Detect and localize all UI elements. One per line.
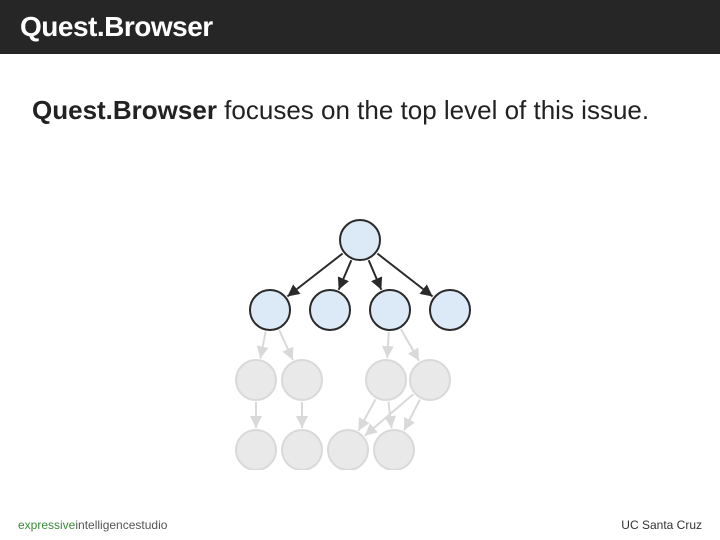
tree-node [366,360,406,400]
tree-node [340,220,380,260]
tree-node [430,290,470,330]
footer-word-1: expressive [18,518,75,532]
footer-word-2: intelligence [75,518,135,532]
tree-edge [279,330,293,360]
tree-edge [339,260,352,290]
tree-edge [387,332,388,358]
body-text-rest: focuses on the top level of this issue. [217,95,649,125]
tree-edge [358,399,375,430]
tree-edge [401,329,419,361]
tree-diagram [210,210,510,470]
tree-edge [369,260,382,290]
title-bar: Quest.Browser [0,0,720,54]
tree-edge [404,400,420,431]
footer-word-3: studio [135,518,167,532]
tree-node [410,360,450,400]
tree-node [236,430,276,470]
body-text: Quest.Browser focuses on the top level o… [32,94,688,127]
tree-node [282,430,322,470]
body-text-strong: Quest.Browser [32,95,217,125]
tree-node [282,360,322,400]
footer-right: UC Santa Cruz [621,518,702,532]
tree-node [374,430,414,470]
tree-node [236,360,276,400]
tree-node [310,290,350,330]
footer-left: expressiveintelligencestudio [18,518,167,532]
tree-svg [210,210,510,470]
slide: Quest.Browser Quest.Browser focuses on t… [0,0,720,540]
tree-node [250,290,290,330]
footer: expressiveintelligencestudio UC Santa Cr… [0,518,720,532]
slide-body: Quest.Browser focuses on the top level o… [0,54,720,127]
tree-node [328,430,368,470]
slide-title: Quest.Browser [20,11,213,43]
tree-edge [260,332,265,359]
tree-node [370,290,410,330]
